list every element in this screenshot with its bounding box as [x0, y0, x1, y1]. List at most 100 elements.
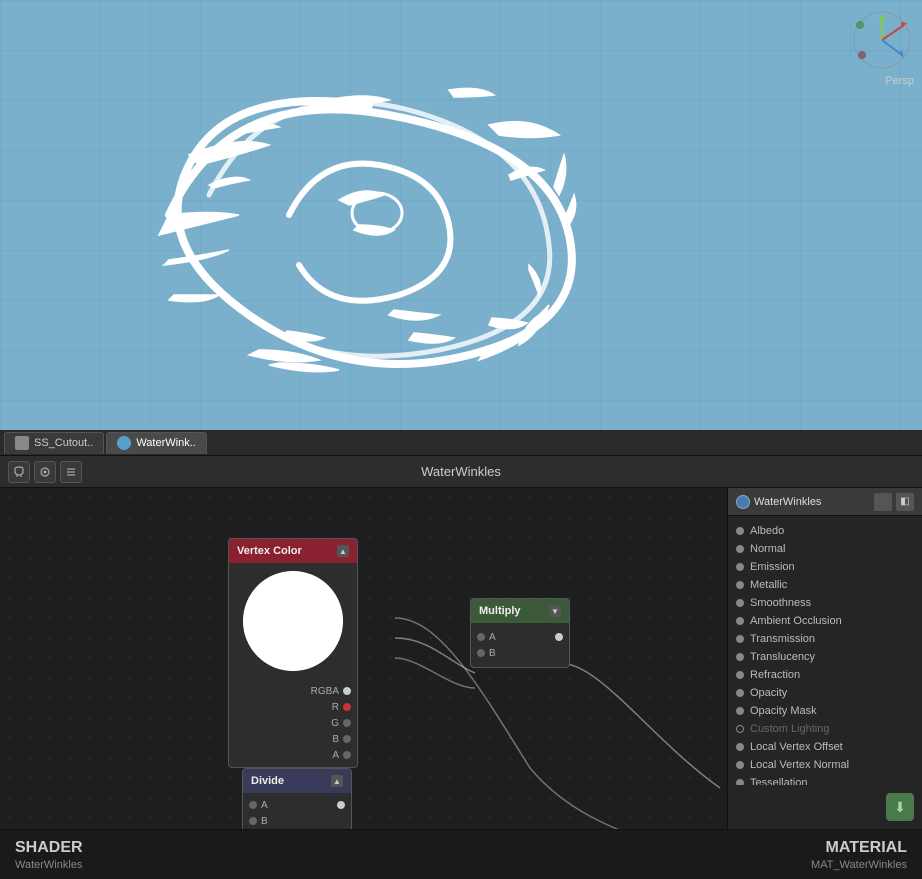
divide-collapse[interactable]: ▲: [331, 775, 343, 787]
prop-item-emission[interactable]: Emission: [728, 558, 922, 576]
port-r-label: R: [332, 702, 339, 713]
prop-item-opacity[interactable]: Opacity: [728, 684, 922, 702]
port-b-dot[interactable]: [343, 735, 351, 743]
prop-item-tessellation[interactable]: Tessellation: [728, 774, 922, 785]
prop-item-local-vertex-normal[interactable]: Local Vertex Normal: [728, 756, 922, 774]
tab-ss-label: SS_Cutout..: [34, 437, 93, 449]
prop-dot-opacity-mask: [736, 707, 744, 715]
divide-ports: A B: [243, 793, 351, 829]
prop-item-translucency[interactable]: Translucency: [728, 648, 922, 666]
panel-toggle-btn[interactable]: ◧: [896, 493, 914, 511]
prop-item-opacity-mask[interactable]: Opacity Mask: [728, 702, 922, 720]
material-name: MAT_WaterWinkles: [811, 859, 907, 871]
prop-dot-refraction: [736, 671, 744, 679]
prop-label-custom-lighting: Custom Lighting: [750, 723, 830, 735]
multiply-port-b-label: B: [489, 648, 496, 659]
prop-item-albedo[interactable]: Albedo: [728, 522, 922, 540]
prop-item-transmission[interactable]: Transmission: [728, 630, 922, 648]
node-canvas[interactable]: Vertex Color ▲ RGBA R: [0, 488, 727, 829]
prop-item-ambient-occlusion[interactable]: Ambient Occlusion: [728, 612, 922, 630]
port-a-dot[interactable]: [343, 751, 351, 759]
prop-dot-opacity: [736, 689, 744, 697]
multiply-port-a-dot[interactable]: [477, 633, 485, 641]
tab-water-winkles[interactable]: WaterWink..: [106, 432, 207, 454]
prop-dot-normal: [736, 545, 744, 553]
prop-label-opacity: Opacity: [750, 687, 787, 699]
material-label: MATERIAL: [811, 839, 907, 857]
prop-dot-emission: [736, 563, 744, 571]
divide-port-a-label: A: [261, 800, 268, 811]
port-g-label: G: [331, 718, 339, 729]
divide-port-a-dot[interactable]: [249, 801, 257, 809]
port-r-dot[interactable]: [343, 703, 351, 711]
vertex-color-collapse[interactable]: ▲: [337, 545, 349, 557]
prop-item-custom-lighting[interactable]: Custom Lighting: [728, 720, 922, 738]
vertex-color-node[interactable]: Vertex Color ▲ RGBA R: [228, 538, 358, 768]
vertex-color-title: Vertex Color: [237, 545, 302, 557]
prop-item-metallic[interactable]: Metallic: [728, 576, 922, 594]
port-g: G: [229, 715, 357, 731]
viewport: Persp: [0, 0, 922, 430]
circle-icon: [39, 466, 51, 478]
right-panel-title: WaterWinkles: [754, 496, 870, 508]
tab-ss-icon: [15, 436, 29, 450]
toggle-list-btn[interactable]: [60, 461, 82, 483]
port-b: B: [229, 731, 357, 747]
download-btn[interactable]: ⬇: [886, 793, 914, 821]
shader-info: SHADER WaterWinkles: [15, 839, 83, 871]
divide-port-a-row: A: [243, 797, 351, 813]
prop-dot-ambient-occlusion: [736, 617, 744, 625]
prop-label-tessellation: Tessellation: [750, 777, 807, 785]
multiply-title: Multiply: [479, 605, 521, 617]
multiply-port-b-dot[interactable]: [477, 649, 485, 657]
prop-dot-local-vertex-offset: [736, 743, 744, 751]
nav-gizmo[interactable]: [852, 10, 912, 70]
port-a: A: [229, 747, 357, 763]
node-header: WaterWinkles: [0, 456, 922, 488]
port-rgba-dot[interactable]: [343, 687, 351, 695]
multiply-node[interactable]: Multiply ▼ A B: [470, 598, 570, 668]
divide-node[interactable]: Divide ▲ A B: [242, 768, 352, 829]
magnet-icon: [13, 466, 25, 478]
prop-label-emission: Emission: [750, 561, 795, 573]
port-a-label: A: [332, 750, 339, 761]
multiply-header: Multiply ▼: [471, 599, 569, 623]
tab-ss-cutout[interactable]: SS_Cutout..: [4, 432, 104, 454]
vertex-color-preview: [243, 571, 343, 671]
prop-dot-custom-lighting: [736, 725, 744, 733]
swirl-art: [109, 55, 629, 375]
toggle-magnet-btn[interactable]: [8, 461, 30, 483]
prop-label-transmission: Transmission: [750, 633, 815, 645]
multiply-ports: A B: [471, 623, 569, 667]
prop-label-normal: Normal: [750, 543, 785, 555]
toggle-circle-btn[interactable]: [34, 461, 56, 483]
prop-item-normal[interactable]: Normal: [728, 540, 922, 558]
tab-bar: SS_Cutout.. WaterWink..: [0, 430, 922, 456]
multiply-collapse[interactable]: ▼: [549, 605, 561, 617]
multiply-port-a-out[interactable]: [555, 633, 563, 641]
bottom-bar: SHADER WaterWinkles MATERIAL MAT_WaterWi…: [0, 829, 922, 879]
prop-item-refraction[interactable]: Refraction: [728, 666, 922, 684]
prop-item-local-vertex-offset[interactable]: Local Vertex Offset: [728, 738, 922, 756]
prop-label-opacity-mask: Opacity Mask: [750, 705, 817, 717]
prop-label-local-vertex-normal: Local Vertex Normal: [750, 759, 849, 771]
prop-label-metallic: Metallic: [750, 579, 787, 591]
vertex-color-ports: RGBA R G B A: [229, 679, 357, 767]
grid-view-btn[interactable]: [874, 493, 892, 511]
properties-list: Albedo Normal Emission Metallic SmoothnessAm…: [728, 516, 922, 785]
prop-label-local-vertex-offset: Local Vertex Offset: [750, 741, 843, 753]
prop-dot-transmission: [736, 635, 744, 643]
port-g-dot[interactable]: [343, 719, 351, 727]
port-b-label: B: [332, 734, 339, 745]
tab-water-icon: [117, 436, 131, 450]
shader-label: SHADER: [15, 839, 83, 857]
list-icon: [65, 466, 77, 478]
divide-port-a-out[interactable]: [337, 801, 345, 809]
wires-svg: [0, 488, 727, 829]
divide-port-b-label: B: [261, 816, 268, 827]
prop-item-smoothness[interactable]: Smoothness: [728, 594, 922, 612]
multiply-port-b-row: B: [471, 645, 569, 661]
persp-label: Persp: [885, 75, 914, 87]
divide-port-b-dot[interactable]: [249, 817, 257, 825]
prop-label-translucency: Translucency: [750, 651, 815, 663]
